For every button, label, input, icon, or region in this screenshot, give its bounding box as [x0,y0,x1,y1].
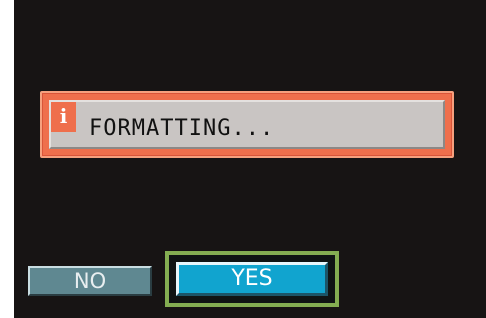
yes-selection-highlight: YES [165,251,339,307]
dialog-message: FORMATTING... [89,116,275,141]
info-icon: i [51,102,76,132]
format-dialog: i FORMATTING... [40,91,454,158]
camera-screen: i FORMATTING... NO YES [14,0,486,318]
yes-button[interactable]: YES [176,262,328,296]
no-button[interactable]: NO [28,266,152,296]
dialog-message-panel: i FORMATTING... [49,100,445,149]
